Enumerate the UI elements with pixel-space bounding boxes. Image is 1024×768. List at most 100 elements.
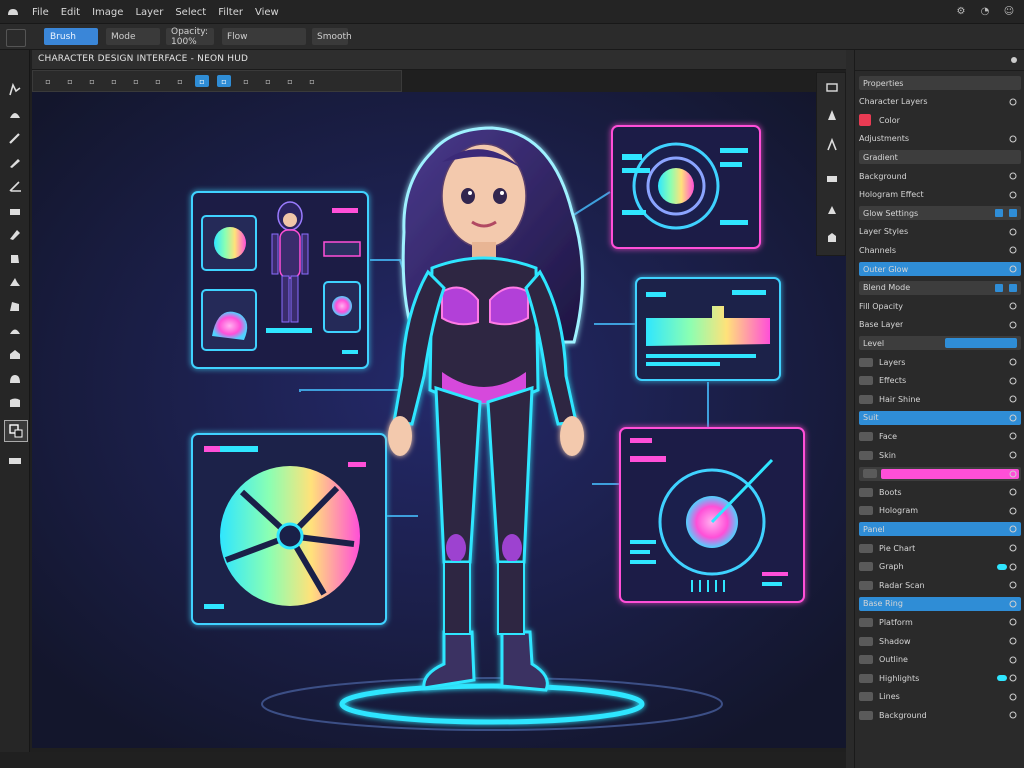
panel-row[interactable]: Properties [859, 76, 1021, 90]
canvas-btn-10[interactable]: ▫ [239, 75, 253, 87]
toggle-switch[interactable] [997, 563, 1007, 570]
type-tool[interactable] [4, 320, 26, 340]
canvas-btn-9[interactable]: ▫ [217, 75, 231, 87]
canvas-btn-1[interactable]: ▫ [41, 75, 55, 87]
panel-row[interactable]: Skin [859, 448, 1021, 462]
eye-icon[interactable] [1009, 451, 1017, 459]
panel-row[interactable]: Boots [859, 485, 1021, 499]
eye-icon[interactable] [1009, 395, 1017, 403]
panel-divider[interactable] [846, 50, 854, 768]
eye-icon[interactable] [1009, 172, 1017, 180]
panel-row[interactable]: Outline [859, 653, 1021, 667]
eye-icon[interactable] [1009, 637, 1017, 645]
menu-select[interactable]: Select [175, 7, 206, 18]
brushes-panel-button[interactable] [824, 107, 840, 123]
dodge-tool[interactable] [4, 296, 26, 316]
panel-row[interactable]: Background [859, 169, 1021, 183]
eye-icon[interactable] [1009, 246, 1017, 254]
panel-row[interactable]: Lines [859, 690, 1021, 704]
panel-row[interactable]: Platform [859, 615, 1021, 629]
panel-row[interactable]: Color [859, 113, 1021, 127]
canvas-btn-7[interactable]: ▫ [173, 75, 187, 87]
paths-panel-button[interactable] [824, 137, 840, 153]
menu-layer[interactable]: Layer [135, 7, 163, 18]
panel-row[interactable]: Graph [859, 560, 1021, 574]
link-icon[interactable] [995, 283, 1003, 292]
menu-filter[interactable]: Filter [218, 7, 243, 18]
notification-icon[interactable]: ◔ [978, 4, 992, 18]
opacity-field[interactable]: Opacity: 100% [166, 27, 214, 47]
eye-icon[interactable] [1009, 711, 1017, 719]
canvas-btn-12[interactable]: ▫ [283, 75, 297, 87]
panel-row[interactable]: Pie Chart [859, 541, 1021, 555]
settings-icon[interactable]: ⚙ [954, 4, 968, 18]
hand-tool[interactable] [4, 368, 26, 388]
panel-row[interactable]: Highlights [859, 671, 1021, 685]
panel-row[interactable]: Suit [859, 410, 1021, 425]
canvas-btn-5[interactable]: ▫ [129, 75, 143, 87]
panel-row[interactable]: Hologram [859, 504, 1021, 518]
eye-icon[interactable] [1009, 656, 1017, 664]
panel-row[interactable]: Shadow [859, 634, 1021, 648]
panel-row[interactable]: Glow Settings [859, 206, 1021, 221]
panel-row[interactable]: Layer Styles [859, 225, 1021, 239]
panel-row[interactable]: Outer Glow [859, 262, 1021, 276]
eye-icon[interactable] [1009, 358, 1017, 366]
lock-icon[interactable] [1009, 209, 1017, 218]
color-swatch-tool[interactable] [4, 420, 28, 442]
eye-icon[interactable] [1009, 432, 1017, 440]
move-tool[interactable] [4, 80, 26, 100]
panel-row[interactable]: Base Layer [859, 318, 1021, 332]
eye-icon[interactable] [1009, 674, 1017, 682]
menu-view[interactable]: View [255, 7, 279, 18]
panel-row[interactable]: Glow [859, 466, 1021, 481]
color-swatch[interactable] [859, 114, 871, 127]
eye-icon[interactable] [1009, 525, 1017, 533]
tool-preset-picker[interactable] [6, 29, 26, 47]
eye-icon[interactable] [1009, 470, 1017, 478]
user-icon[interactable]: ☺ [1002, 4, 1016, 18]
panel-menu-icon[interactable] [1009, 55, 1019, 65]
panel-row[interactable]: Gradient [859, 150, 1021, 165]
marquee-tool[interactable] [4, 104, 26, 124]
mode-field[interactable]: Mode [106, 28, 160, 45]
panel-row[interactable]: Blend Mode [859, 280, 1021, 295]
eye-icon[interactable] [1009, 228, 1017, 236]
panel-row[interactable]: Effects [859, 374, 1021, 388]
panel-row[interactable]: Fill Opacity [859, 299, 1021, 313]
lasso-tool[interactable] [4, 128, 26, 148]
panel-row[interactable]: Base Ring [859, 596, 1021, 611]
eye-icon[interactable] [1009, 135, 1017, 143]
panel-row[interactable]: Background [859, 708, 1021, 722]
link-icon[interactable] [995, 209, 1003, 218]
panel-row[interactable]: Panel [859, 522, 1021, 537]
shapes-panel-button[interactable] [824, 201, 840, 217]
eye-icon[interactable] [1009, 693, 1017, 701]
smooth-field[interactable]: Smooth [312, 28, 352, 45]
history-panel-button[interactable] [824, 79, 840, 95]
stamp-tool[interactable] [4, 224, 26, 244]
eraser-tool[interactable] [4, 200, 26, 220]
lock-icon[interactable] [1009, 283, 1017, 292]
canvas-btn-6[interactable]: ▫ [151, 75, 165, 87]
eye-icon[interactable] [1009, 581, 1017, 589]
quick-mask-tool[interactable] [4, 452, 26, 472]
eye-icon[interactable] [1009, 414, 1017, 422]
panel-row[interactable]: Face [859, 429, 1021, 443]
eye-icon[interactable] [1009, 98, 1017, 106]
pen-tool[interactable] [4, 176, 26, 196]
eye-icon[interactable] [1009, 507, 1017, 515]
zoom-tool[interactable] [4, 392, 26, 412]
toggle-switch[interactable] [997, 675, 1007, 682]
app-logo-icon[interactable] [6, 5, 20, 19]
panel-row[interactable]: Adjustments [859, 132, 1021, 146]
canvas-btn-4[interactable]: ▫ [107, 75, 121, 87]
panel-row[interactable]: Radar Scan [859, 578, 1021, 592]
canvas-btn-8[interactable]: ▫ [195, 75, 209, 87]
eye-icon[interactable] [1009, 488, 1017, 496]
shape-tool[interactable] [4, 344, 26, 364]
flow-field[interactable]: Flow [222, 28, 306, 45]
character-panel-button[interactable] [824, 229, 840, 245]
eye-icon[interactable] [1009, 191, 1017, 199]
menu-file[interactable]: File [32, 7, 49, 18]
